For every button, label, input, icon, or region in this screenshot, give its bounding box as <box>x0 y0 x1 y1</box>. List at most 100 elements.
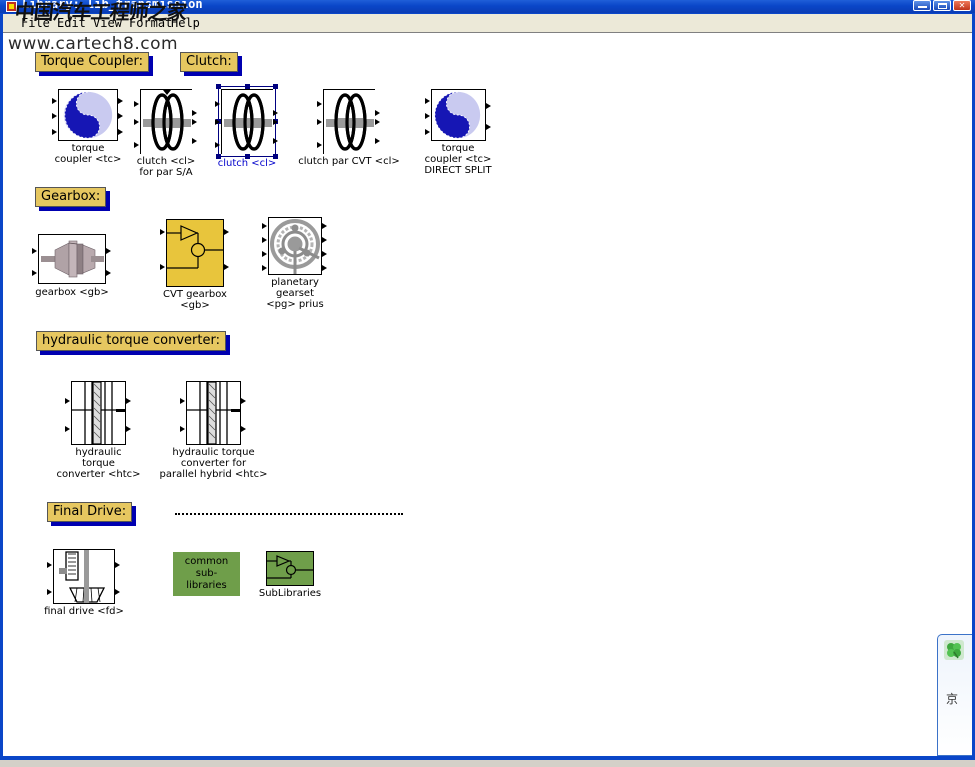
block-caption: CVT gearbox <gb> <box>163 289 227 311</box>
port-in <box>134 119 139 125</box>
port-in <box>32 270 37 276</box>
watermark-url: www.cartech8.com <box>8 34 179 54</box>
port-out <box>273 110 278 116</box>
port-in <box>160 264 165 270</box>
port-out <box>322 265 327 271</box>
block-hydraulic-torque-converter-parallel-hybrid[interactable]: hydraulic torque converter for parallel … <box>160 381 267 480</box>
port-in <box>52 129 57 135</box>
minimize-button[interactable] <box>913 0 931 11</box>
tray-popup-text: 京 <box>946 692 959 706</box>
port-out <box>115 589 120 595</box>
port-out <box>322 237 327 243</box>
port-out <box>192 119 197 125</box>
port-in <box>425 129 430 135</box>
section-header-gearbox: Gearbox: <box>35 187 111 211</box>
block-torque-coupler-direct-split[interactable]: torque coupler <tc> DIRECT SPLIT <box>424 89 492 176</box>
port-out <box>241 398 246 404</box>
port-in <box>65 398 70 404</box>
block-sublibraries[interactable]: SubLibraries <box>259 551 321 599</box>
port-in <box>317 119 322 125</box>
port-in <box>262 223 267 229</box>
port-out <box>224 264 229 270</box>
section-label: Gearbox: <box>35 187 107 207</box>
block-caption: clutch par CVT <cl> <box>298 156 400 167</box>
section-label: Final Drive: <box>47 502 133 522</box>
annotation-common-sublibraries: common sub-libraries <box>173 552 240 596</box>
port-out <box>273 119 278 125</box>
selection-handle[interactable] <box>273 84 278 89</box>
library-canvas[interactable]: www.cartech8.com Torque Coupler: Clutch:… <box>3 32 972 756</box>
block-cvt-gearbox[interactable]: CVT gearbox <gb> <box>160 219 229 311</box>
block-clutch-par-cvt[interactable]: clutch par CVT <cl> <box>298 89 400 167</box>
section-label: hydraulic torque converter: <box>36 331 226 351</box>
planetary-gearset-icon <box>269 218 321 274</box>
block-caption: hydraulic torque converter for parallel … <box>159 447 268 480</box>
section-label: Clutch: <box>180 52 238 72</box>
port-in <box>317 142 322 148</box>
torque-converter-icon <box>72 381 125 445</box>
clutch-disc-icon <box>141 90 193 155</box>
gearbox-3d-icon <box>39 235 105 283</box>
block-hydraulic-torque-converter[interactable]: hydraulic torque converter <htc> <box>56 381 141 480</box>
port-out <box>126 426 131 432</box>
port-out <box>273 138 278 144</box>
tray-popup-panel[interactable]: 京 <box>937 634 972 756</box>
selection-box <box>218 86 276 157</box>
block-caption: SubLibraries <box>258 588 322 599</box>
block-final-drive[interactable]: final drive <fd> <box>44 549 124 617</box>
yin-yang-icon <box>63 91 113 139</box>
section-header-torque-coupler: Torque Coupler: <box>35 52 154 76</box>
port-in <box>425 113 430 119</box>
port-in <box>160 229 165 235</box>
clover-icon[interactable] <box>944 640 964 660</box>
block-clutch[interactable]: clutch <cl> <box>215 84 278 169</box>
port-in <box>262 265 267 271</box>
port-out <box>118 129 123 135</box>
port-in <box>215 101 220 107</box>
cvt-schematic-icon <box>167 225 223 269</box>
block-caption: hydraulic torque converter <htc> <box>56 447 141 480</box>
section-header-clutch: Clutch: <box>180 52 242 76</box>
port-out <box>241 426 246 432</box>
torque-converter-icon <box>187 381 240 445</box>
library-window: Library: lib_transmission ✕ File Edit Vi… <box>0 0 975 760</box>
block-clutch-for-par-sa[interactable]: clutch <cl> for par S/A <box>134 89 197 178</box>
port-out <box>375 110 380 116</box>
port-out <box>192 110 197 116</box>
port-in <box>65 426 70 432</box>
port-out <box>224 229 229 235</box>
port-out <box>486 124 491 130</box>
section-header-hydraulic-torque-converter: hydraulic torque converter: <box>36 331 230 355</box>
port-out <box>375 138 380 144</box>
port-in <box>215 142 220 148</box>
port-out <box>486 103 491 109</box>
close-button[interactable]: ✕ <box>953 0 971 11</box>
port-out <box>118 98 123 104</box>
port-out <box>106 270 111 276</box>
block-caption: final drive <fd> <box>44 606 124 617</box>
port-in <box>262 237 267 243</box>
block-caption: torque coupler <tc> DIRECT SPLIT <box>424 143 492 176</box>
selection-handle[interactable] <box>216 84 221 89</box>
port-in <box>52 98 57 104</box>
watermark-chinese: 中国汽车工程师之家 <box>13 0 188 24</box>
port-out <box>322 223 327 229</box>
selection-handle[interactable] <box>245 84 250 89</box>
port-out <box>126 398 131 404</box>
block-caption: gearbox <gb> <box>35 287 109 298</box>
screen: Library: lib_transmission ✕ File Edit Vi… <box>0 0 975 767</box>
section-label: Torque Coupler: <box>35 52 150 72</box>
port-in <box>134 142 139 148</box>
port-in <box>47 562 52 568</box>
port-out <box>106 248 111 254</box>
port-in <box>425 98 430 104</box>
block-gearbox[interactable]: gearbox <gb> <box>32 234 111 298</box>
maximize-button[interactable] <box>933 0 951 11</box>
port-out <box>192 138 197 144</box>
port-in <box>32 248 37 254</box>
block-planetary-gearset-prius[interactable]: planetary gearset <pg> prius <box>262 217 327 310</box>
window-controls: ✕ <box>913 0 971 11</box>
dotted-divider <box>175 513 403 515</box>
port-in <box>134 101 139 107</box>
block-torque-coupler[interactable]: torque coupler <tc> <box>52 89 123 165</box>
